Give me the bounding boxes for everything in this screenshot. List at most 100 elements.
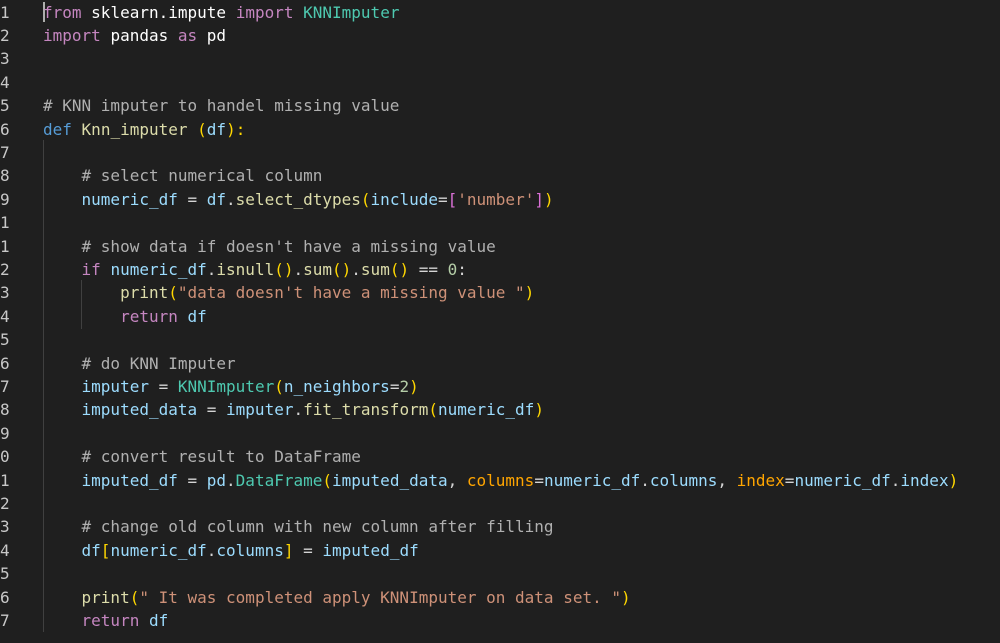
code-line[interactable]: 4 return df [0,305,1000,328]
code-line[interactable]: 6 def Knn_imputer (df): [0,118,1000,141]
code-line[interactable]: 1 [0,211,1000,234]
line-code: return df [43,305,207,328]
code-line[interactable]: 4 df[numeric_df.columns] = imputed_df [0,539,1000,562]
code-token: print [81,587,130,607]
code-token: ) [524,283,535,303]
code-token: DataFrame [235,470,323,490]
code-token: ) [409,376,419,396]
code-token: pandas [110,25,169,45]
code-line[interactable]: 6 print(" It was completed apply KNNImpu… [0,586,1000,609]
code-line[interactable]: 2 import pandas as pd [0,24,1000,47]
code-line[interactable]: 2 if numeric_df.isnull().sum().sum() == … [0,258,1000,281]
code-token: ): [226,119,246,139]
code-line[interactable]: 3 print("data doesn't have a missing val… [0,281,1000,304]
code-line[interactable]: 7 [0,141,1000,164]
code-line[interactable]: 2 [0,492,1000,515]
code-token: = [534,470,544,490]
code-token: # select numerical column [81,166,323,186]
code-token: numeric_df [794,470,891,490]
line-number: 4 [0,540,10,560]
code-line[interactable]: 9 numeric_df = df.select_dtypes(include=… [0,188,1000,211]
code-line[interactable]: 3 [0,47,1000,70]
code-token: # KNN imputer to handel missing value [43,96,400,116]
line-number: 8 [0,400,10,420]
line-number: 6 [0,587,10,607]
code-token: KNNImputer [177,376,275,396]
code-token: import [43,25,101,45]
code-line[interactable]: 0 # convert result to DataFrame [0,445,1000,468]
code-token: ( [274,376,284,396]
code-token: () [332,259,352,279]
code-token: = [293,540,323,560]
code-token: . [293,259,304,279]
code-token: df [81,540,101,560]
code-token: def [43,119,72,139]
code-token: index [736,470,785,490]
code-line[interactable]: 8 # select numerical column [0,164,1000,187]
line-code: numeric_df = df.select_dtypes(include=['… [43,188,554,211]
code-token: ) [620,587,631,607]
line-code: # show data if doesn't have a missing va… [43,235,496,258]
code-token: columns [649,470,718,490]
code-token: imputed_data [332,470,448,490]
code-token: df [187,306,207,326]
code-token: = [148,376,178,396]
code-token: fit_transform [303,400,429,420]
line-code: def Knn_imputer (df): [43,118,245,141]
code-token: KNNImputer [303,2,400,22]
code-token: sum [303,259,333,279]
code-token: from [43,2,82,22]
code-token: = [197,400,227,420]
code-line[interactable]: 5 [0,328,1000,351]
code-line[interactable]: 6 # do KNN Imputer [0,352,1000,375]
code-line[interactable]: 1 imputed_df = pd.DataFrame(imputed_data… [0,469,1000,492]
code-line[interactable]: 1 from sklearn.impute import KNNImputer [0,1,1000,24]
code-line[interactable]: 4 [0,71,1000,94]
code-line[interactable]: 9 [0,422,1000,445]
code-token: print [120,283,169,303]
code-token: "data doesn't have a missing value " [177,283,525,303]
code-token: [ [100,540,111,560]
code-token: index [900,470,949,490]
code-token: = [177,470,207,490]
code-line[interactable]: 5 # KNN imputer to handel missing value [0,94,1000,117]
code-token: ) [948,470,959,490]
code-token: ( [322,470,333,490]
code-line[interactable]: 7 imputer = KNNImputer(n_neighbors=2) [0,375,1000,398]
code-token: columns [216,540,284,560]
code-line[interactable]: 1 # show data if doesn't have a missing … [0,235,1000,258]
code-token: as [177,25,198,45]
code-line[interactable]: 5 [0,562,1000,585]
code-line[interactable]: 8 imputed_data = imputer.fit_transform(n… [0,398,1000,421]
code-token: ) [543,189,554,209]
code-line[interactable]: 7 return df [0,609,1000,632]
code-token: ( [360,189,371,209]
code-token: pd [206,25,227,45]
code-token: . [640,470,650,490]
code-line[interactable]: 3 # change old column with new column af… [0,515,1000,538]
code-token: 0 [447,259,458,279]
code-editor[interactable]: 1 from sklearn.impute import KNNImputer 2 i… [0,0,1000,643]
code-token: () [274,259,294,279]
code-token: == [409,259,448,279]
code-token: n_neighbors [283,376,390,396]
line-code: import pandas as pd [43,24,226,47]
code-token: () [389,259,410,279]
code-token: imputed_df [81,470,178,490]
code-token: 2 [399,376,410,396]
code-token: pd [206,470,227,490]
code-token: numeric_df [81,189,178,209]
code-token: df [206,119,227,139]
code-token: numeric_df [110,259,207,279]
line-number: 0 [0,447,10,467]
